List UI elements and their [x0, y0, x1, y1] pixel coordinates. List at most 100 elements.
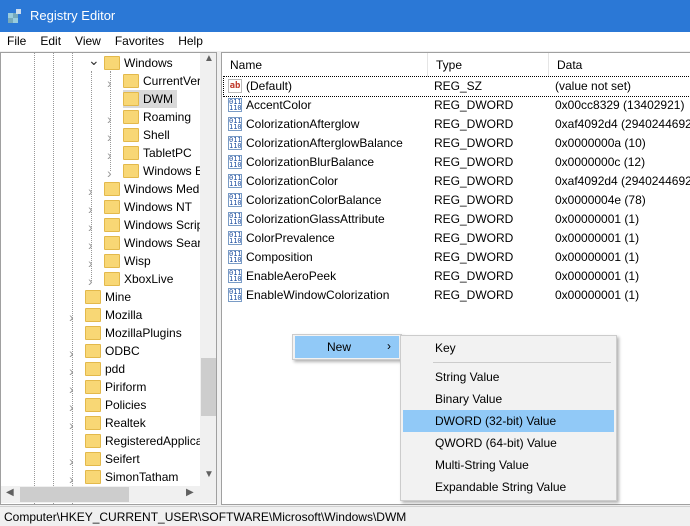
value-row[interactable]: 011 110 EnableAeroPeek REG_DWORD 0x00000001 … — [224, 267, 690, 286]
menu-item-key[interactable]: Key — [403, 337, 614, 359]
expand-chevron-icon[interactable]: › — [69, 363, 74, 379]
value-row[interactable]: ab (Default) REG_SZ (value not set) — [223, 76, 690, 97]
binary-value-icon: 011 110 — [228, 155, 242, 169]
value-row[interactable]: 011 110 ColorizationAfterglow REG_DWORD 0xaf… — [224, 115, 690, 134]
menu-item-new-value[interactable]: Multi-String Value — [403, 454, 614, 476]
tree-item[interactable]: DWM — [123, 90, 177, 108]
key-tree[interactable]: ⌄ Windows › CurrentVer DWM › Roaming › Shell › Tab… — [0, 52, 217, 505]
tree-item[interactable]: Realtek — [85, 414, 150, 432]
tree-item[interactable]: RegisteredApplica — [85, 432, 206, 450]
value-data: 0xaf4092d4 (2940244692) — [555, 117, 690, 131]
submenu-arrow-icon: › — [387, 339, 391, 353]
tree-item[interactable]: Mozilla — [85, 306, 146, 324]
column-header-name[interactable]: Name — [222, 53, 428, 77]
expand-chevron-icon[interactable]: › — [107, 75, 112, 91]
tree-item[interactable]: XboxLive — [104, 270, 177, 288]
tree-item-label: Windows — [124, 56, 173, 70]
tree-item[interactable]: pdd — [85, 360, 129, 378]
value-row[interactable]: 011 110 AccentColor REG_DWORD 0x00cc8329 (13… — [224, 96, 690, 115]
value-name: ColorizationColor — [246, 174, 339, 188]
tree-item-label: TabletPC — [143, 146, 192, 160]
tree-item[interactable]: Windows Sear — [104, 234, 205, 252]
tree-item[interactable]: Windows Scrip — [104, 216, 207, 234]
tree-hscroll-thumb[interactable] — [20, 487, 129, 502]
menu-file[interactable]: File — [0, 32, 33, 51]
folder-icon — [123, 164, 139, 178]
menu-item-new-value[interactable]: DWORD (32-bit) Value — [403, 410, 614, 432]
tree-item-label: DWM — [143, 92, 173, 106]
menu-item-new-value[interactable]: String Value — [403, 366, 614, 388]
expand-chevron-icon[interactable]: › — [88, 237, 93, 253]
expand-chevron-icon[interactable]: › — [88, 201, 93, 217]
tree-vertical-scrollbar[interactable]: ▲ ▼ — [200, 53, 216, 486]
tree-vscroll-thumb[interactable] — [201, 358, 216, 416]
expand-chevron-icon[interactable]: › — [69, 471, 74, 487]
scroll-left-icon[interactable]: ◀ — [6, 487, 14, 498]
expand-chevron-icon[interactable]: › — [69, 345, 74, 361]
expand-chevron-icon[interactable]: › — [88, 273, 93, 289]
value-row[interactable]: 011 110 ColorizationBlurBalance REG_DWORD 0x… — [224, 153, 690, 172]
tree-item[interactable]: Windows — [104, 54, 177, 72]
scroll-down-icon[interactable]: ▼ — [204, 469, 214, 480]
value-row[interactable]: 011 110 ColorizationColor REG_DWORD 0xaf4092… — [224, 172, 690, 191]
expand-chevron-icon[interactable]: › — [107, 111, 112, 127]
value-row[interactable]: 011 110 ColorizationGlassAttribute REG_DWOR… — [224, 210, 690, 229]
tree-item[interactable]: Seifert — [85, 450, 144, 468]
menu-item-new-value[interactable]: Expandable String Value — [403, 476, 614, 498]
tree-item[interactable]: Policies — [85, 396, 150, 414]
menu-item-new-value[interactable]: QWORD (64-bit) Value — [403, 432, 614, 454]
tree-item[interactable]: Mine — [85, 288, 135, 306]
tree-item[interactable]: Windows NT — [104, 198, 196, 216]
tree-horizontal-scrollbar[interactable]: ◀ ▶ — [1, 486, 200, 503]
value-type: REG_DWORD — [434, 288, 514, 302]
expand-chevron-icon[interactable]: › — [69, 381, 74, 397]
value-row[interactable]: 011 110 ColorizationAfterglowBalance REG_DW… — [224, 134, 690, 153]
menu-favorites[interactable]: Favorites — [108, 32, 171, 51]
tree-item-label: Windows Med — [124, 182, 200, 196]
scroll-up-icon[interactable]: ▲ — [204, 53, 214, 64]
tree-item[interactable]: Wisp — [104, 252, 155, 270]
tree-item[interactable]: Roaming — [123, 108, 195, 126]
tree-item[interactable]: MozillaPlugins — [85, 324, 186, 342]
menu-edit[interactable]: Edit — [33, 32, 68, 51]
expand-chevron-icon[interactable]: › — [88, 255, 93, 271]
value-row[interactable]: 011 110 ColorizationColorBalance REG_DWORD 0… — [224, 191, 690, 210]
folder-icon — [104, 218, 120, 232]
collapse-chevron-icon[interactable]: ⌄ — [88, 53, 100, 69]
tree-item[interactable]: Shell — [123, 126, 174, 144]
expand-chevron-icon[interactable]: › — [107, 129, 112, 145]
scroll-right-icon[interactable]: ▶ — [186, 487, 194, 498]
menu-view[interactable]: View — [68, 32, 108, 51]
tree-item[interactable]: CurrentVer — [123, 72, 205, 90]
tree-item[interactable]: Windows E — [123, 162, 207, 180]
value-type: REG_DWORD — [434, 231, 514, 245]
expand-chevron-icon[interactable]: › — [88, 219, 93, 235]
scroll-corner — [200, 486, 216, 503]
expand-chevron-icon[interactable]: › — [69, 453, 74, 469]
column-header-data[interactable]: Data — [549, 53, 690, 77]
expand-chevron-icon[interactable]: › — [69, 417, 74, 433]
expand-chevron-icon[interactable]: › — [107, 165, 112, 181]
value-row[interactable]: 011 110 Composition REG_DWORD 0x00000001 (1) — [224, 248, 690, 267]
tree-item[interactable]: ODBC — [85, 342, 144, 360]
tree-item[interactable]: SimonTatham — [85, 468, 182, 486]
tree-item[interactable]: Windows Med — [104, 180, 203, 198]
tree-item-label: XboxLive — [124, 272, 174, 286]
expand-chevron-icon[interactable]: › — [69, 309, 74, 325]
expand-chevron-icon[interactable]: › — [88, 183, 93, 199]
menu-item-new[interactable]: New › — [295, 336, 399, 358]
tree-guide — [34, 53, 35, 504]
column-header-type[interactable]: Type — [428, 53, 549, 77]
folder-icon — [85, 308, 101, 322]
value-row[interactable]: 011 110 EnableWindowColorization REG_DWORD 0… — [224, 286, 690, 305]
value-row[interactable]: 011 110 ColorPrevalence REG_DWORD 0x00000001… — [224, 229, 690, 248]
tree-item-label: ODBC — [105, 344, 140, 358]
tree-item[interactable]: TabletPC — [123, 144, 196, 162]
menu-help[interactable]: Help — [171, 32, 210, 51]
title-bar: Registry Editor — [0, 0, 690, 32]
expand-chevron-icon[interactable]: › — [107, 147, 112, 163]
value-name: ColorizationColorBalance — [246, 193, 382, 207]
menu-item-new-value[interactable]: Binary Value — [403, 388, 614, 410]
expand-chevron-icon[interactable]: › — [69, 399, 74, 415]
tree-item[interactable]: Piriform — [85, 378, 150, 396]
